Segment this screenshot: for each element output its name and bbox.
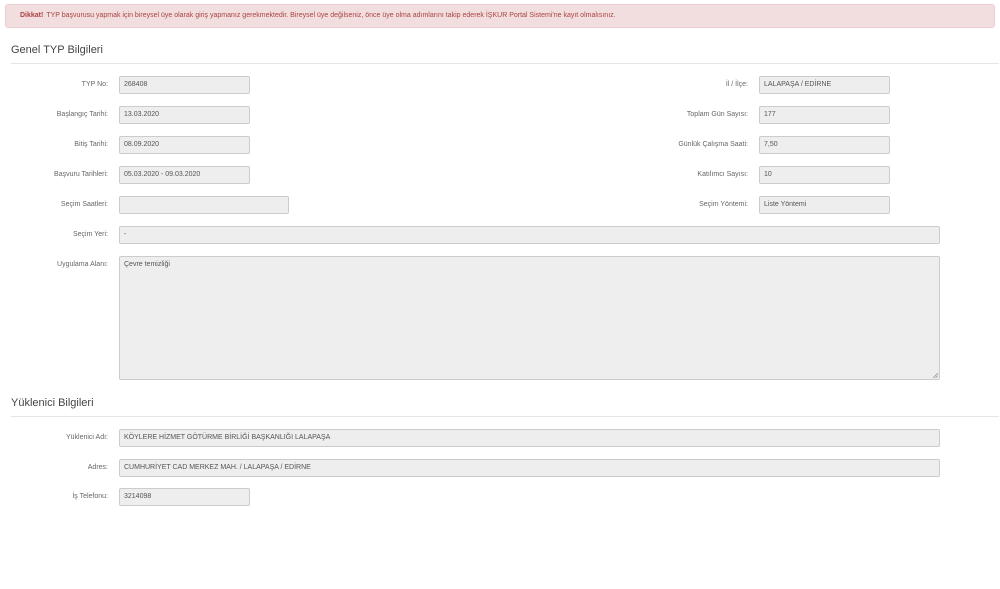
- secim-yeri-field: -: [119, 226, 940, 244]
- il-ilce-field: LALAPAŞA / EDİRNE: [759, 76, 890, 94]
- uygulama-text: Çevre temizliği: [124, 261, 170, 268]
- katilimci-field: 10: [759, 166, 890, 184]
- katilimci-label: Katılımcı Sayısı:: [697, 171, 748, 178]
- section-title-genel: Genel TYP Bilgileri: [11, 44, 103, 56]
- secim-yeri-label: Seçim Yeri:: [72, 231, 108, 238]
- il-ilce-label: İl / İlçe:: [725, 81, 748, 88]
- alert-text: TYP başvurusu yapmak için bireysel üye o…: [46, 12, 616, 19]
- secim-saatleri-label: Seçim Saatleri:: [60, 201, 108, 208]
- bitis-label: Bitiş Tarihi:: [74, 141, 108, 148]
- bitis-field: 08.09.2020: [119, 136, 250, 154]
- gunluk-saat-label: Günlük Çalışma Saati:: [678, 141, 748, 148]
- yuklenici-adi-field: KÖYLERE HİZMET GÖTÜRME BİRLİĞİ BAŞKANLIĞ…: [119, 429, 940, 447]
- baslangic-field: 13.03.2020: [119, 106, 250, 124]
- uygulama-label: Uygulama Alanı:: [57, 261, 108, 268]
- toplam-gun-field: 177: [759, 106, 890, 124]
- secim-saatleri-field: [119, 196, 289, 214]
- uygulama-textarea[interactable]: Çevre temizliği: [119, 256, 940, 380]
- section-divider: [11, 416, 999, 417]
- secim-yontemi-field: Liste Yöntemi: [759, 196, 890, 214]
- typ-no-label: TYP No:: [81, 81, 108, 88]
- section-divider: [11, 63, 999, 64]
- gunluk-saat-field: 7,50: [759, 136, 890, 154]
- secim-yontemi-label: Seçim Yöntemi:: [699, 201, 748, 208]
- typ-no-field: 268408: [119, 76, 250, 94]
- baslangic-label: Başlangıç Tarihi:: [56, 111, 108, 118]
- alert-strong: Dikkat!: [20, 12, 44, 19]
- is-telefonu-label: İş Telefonu:: [72, 493, 108, 500]
- warning-alert: Dikkat! TYP başvurusu yapmak için bireyse…: [5, 4, 995, 28]
- toplam-gun-label: Toplam Gün Sayısı:: [686, 111, 748, 118]
- yuklenici-adi-label: Yüklenici Adı:: [65, 434, 108, 441]
- basvuru-label: Başvuru Tarihleri:: [54, 171, 108, 178]
- basvuru-field: 05.03.2020 - 09.03.2020: [119, 166, 250, 184]
- is-telefonu-field: 3214098: [119, 488, 250, 506]
- adres-label: Adres:: [87, 464, 108, 471]
- adres-field: CUMHURİYET CAD MERKEZ MAH. / LALAPAŞA / …: [119, 459, 940, 477]
- section-title-yuklenici: Yüklenici Bilgileri: [11, 397, 94, 409]
- resize-grip-icon[interactable]: [932, 372, 938, 378]
